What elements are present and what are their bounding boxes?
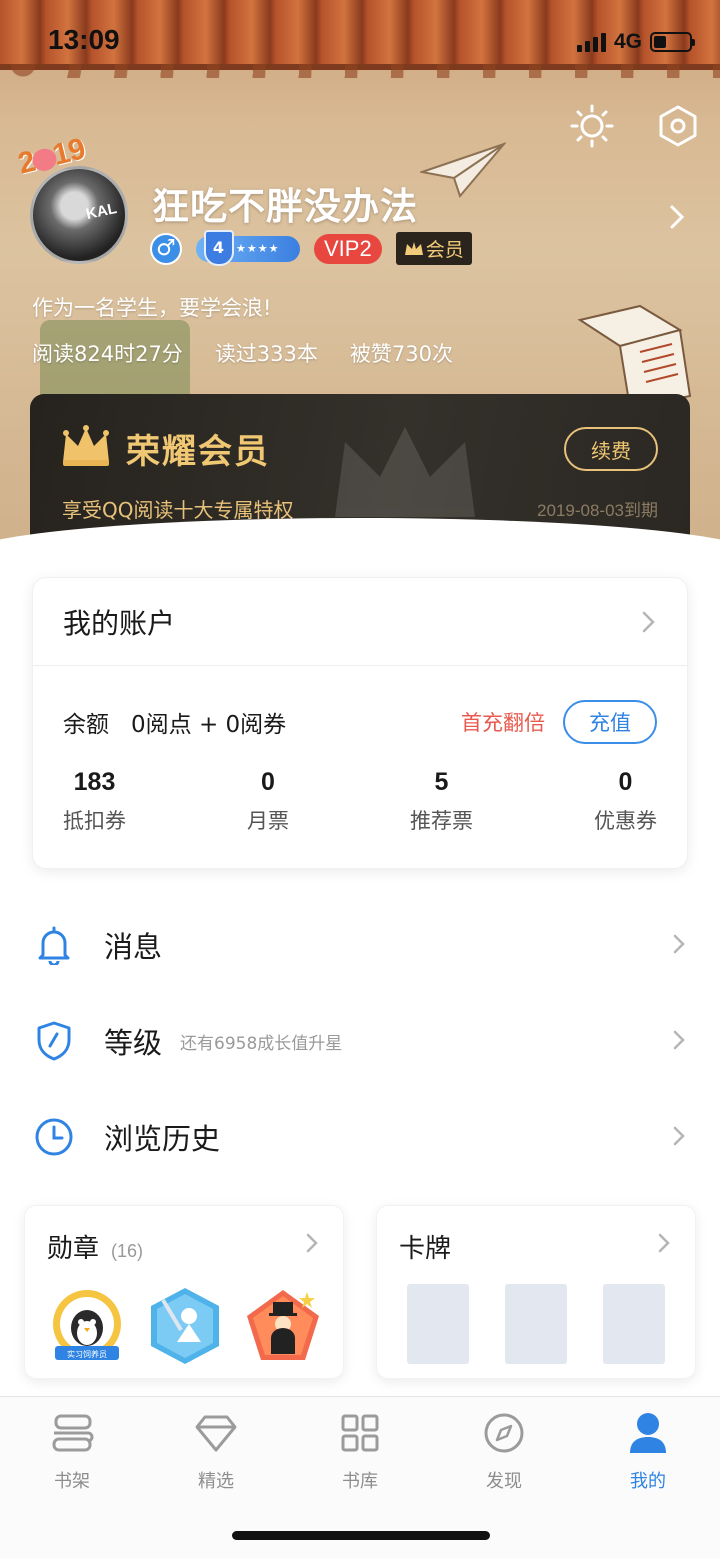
crown-small-icon bbox=[404, 241, 423, 255]
menu-item-level[interactable]: 等级 还有6958成长值升星 bbox=[0, 993, 720, 1089]
status-indicators: 4G bbox=[576, 30, 695, 54]
diamond-icon bbox=[166, 1411, 266, 1455]
avatar[interactable] bbox=[30, 166, 128, 264]
menu-label: 消息 bbox=[104, 930, 163, 964]
compass-icon bbox=[454, 1411, 554, 1455]
menu-label: 浏览历史 bbox=[104, 1122, 221, 1156]
account-card: 我的账户 余额 0阅点 + 0阅券 首充翻倍 充值 183 抵扣券 0 月票 5… bbox=[32, 577, 688, 869]
bell-icon bbox=[34, 925, 74, 965]
level-badge[interactable]: 4 ★★★★ bbox=[196, 229, 300, 266]
tab-bookshelf[interactable]: 书架 bbox=[22, 1411, 122, 1493]
ticket-label: 推荐票 bbox=[410, 809, 473, 833]
signal-icon bbox=[576, 32, 606, 52]
person-icon bbox=[598, 1411, 698, 1455]
recharge-button[interactable]: 充值 bbox=[563, 700, 657, 744]
chevron-right-icon bbox=[658, 1233, 670, 1253]
ticket-coupon[interactable]: 0 优惠券 bbox=[594, 768, 657, 835]
ticket-label: 月票 bbox=[247, 809, 289, 833]
tab-label: 发现 bbox=[486, 1471, 522, 1492]
tycoon-medal-icon[interactable] bbox=[243, 1286, 323, 1366]
menu-hint: 还有6958成长值升星 bbox=[180, 1033, 343, 1054]
level-shield-icon: 4 bbox=[204, 229, 234, 266]
vip-expire-date: 2019-08-03到期 bbox=[537, 501, 658, 520]
balance-value: 0阅点 + 0阅券 bbox=[131, 712, 287, 738]
member-badge[interactable]: 会员 bbox=[395, 232, 472, 265]
cards-card[interactable]: 卡牌 bbox=[376, 1205, 696, 1379]
ticket-label: 优惠券 bbox=[594, 809, 657, 833]
reading-time: 阅读824时27分 bbox=[32, 342, 183, 366]
menu-label: 等级 bbox=[104, 1026, 163, 1060]
card-slot[interactable] bbox=[603, 1284, 665, 1364]
bookshelf-icon bbox=[22, 1411, 122, 1455]
grid-icon bbox=[310, 1411, 410, 1455]
medals-count: (16) bbox=[111, 1241, 144, 1261]
battery-icon bbox=[650, 32, 695, 52]
ticket-value: 0 bbox=[261, 768, 275, 796]
balance-row: 余额 0阅点 + 0阅券 首充翻倍 充值 bbox=[63, 698, 657, 746]
ticket-value: 5 bbox=[434, 768, 449, 796]
cards-title: 卡牌 bbox=[399, 1234, 452, 1264]
ticket-value: 0 bbox=[618, 768, 633, 796]
medals-label: 勋章 bbox=[47, 1234, 100, 1264]
tab-label: 书库 bbox=[342, 1471, 378, 1492]
member-badge-label: 会员 bbox=[425, 239, 464, 261]
chevron-right-icon bbox=[642, 611, 655, 632]
chevron-right-icon bbox=[673, 1126, 685, 1146]
chevron-right-icon bbox=[673, 1030, 685, 1050]
tab-library[interactable]: 书库 bbox=[310, 1411, 410, 1493]
card-slot[interactable] bbox=[407, 1284, 469, 1364]
settings-hexagon-icon[interactable] bbox=[656, 104, 700, 148]
home-indicator[interactable] bbox=[232, 1531, 490, 1540]
clock-icon bbox=[34, 1117, 74, 1157]
medals-card[interactable]: 勋章 (16) 实习饲养员 bbox=[24, 1205, 344, 1379]
renew-button[interactable]: 续费 bbox=[564, 427, 658, 471]
tab-label: 书架 bbox=[54, 1471, 90, 1492]
vip-title: 荣耀会员 bbox=[126, 432, 270, 472]
ticket-monthly[interactable]: 0 月票 bbox=[247, 768, 289, 835]
ticket-value: 183 bbox=[73, 768, 116, 796]
ticket-deduction[interactable]: 183 抵扣券 bbox=[63, 768, 126, 835]
chevron-right-icon[interactable] bbox=[668, 204, 686, 230]
profile-header: 13:09 4G KAL 2 19 狂吃不胖没办法 ♂ 4 ★★★★ VIP2 … bbox=[0, 0, 720, 560]
username[interactable]: 狂吃不胖没办法 bbox=[152, 176, 418, 230]
network-type: 4G bbox=[613, 30, 642, 53]
sun-icon[interactable] bbox=[570, 104, 614, 148]
first-recharge-promo[interactable]: 首充翻倍 bbox=[461, 707, 545, 737]
chevron-right-icon bbox=[673, 934, 685, 954]
vip-badge[interactable]: VIP2 bbox=[314, 233, 382, 264]
crown-watermark-icon bbox=[335, 427, 475, 517]
menu-item-history[interactable]: 浏览历史 bbox=[0, 1089, 720, 1185]
card-slot[interactable] bbox=[505, 1284, 567, 1364]
tab-label: 精选 bbox=[198, 1471, 234, 1492]
signature: 作为一名学生，要学会浪! bbox=[32, 296, 272, 320]
tab-label: 我的 bbox=[630, 1471, 666, 1492]
profile-badges: ♂ 4 ★★★★ VIP2 会员 bbox=[150, 229, 472, 266]
paper-plane-decoration bbox=[420, 142, 506, 198]
tab-featured[interactable]: 精选 bbox=[166, 1411, 266, 1493]
male-gender-icon: ♂ bbox=[150, 232, 182, 265]
medals-title: 勋章 (16) bbox=[47, 1228, 143, 1265]
level-stars: ★★★★ bbox=[236, 242, 280, 255]
reading-stats: 阅读824时27分 读过333本 被赞730次 bbox=[32, 338, 453, 368]
chevron-right-icon bbox=[306, 1233, 318, 1253]
likes-count: 被赞730次 bbox=[349, 342, 453, 366]
balance-label: 余额 bbox=[63, 712, 109, 738]
account-header[interactable]: 我的账户 bbox=[33, 578, 687, 666]
tab-discover[interactable]: 发现 bbox=[454, 1411, 554, 1493]
crown-icon bbox=[63, 425, 109, 466]
ticket-row: 183 抵扣券 0 月票 5 推荐票 0 优惠券 bbox=[33, 768, 687, 835]
medal-text: 实习饲养员 bbox=[67, 1349, 107, 1359]
books-read: 读过333本 bbox=[214, 342, 318, 366]
avatar-area[interactable]: 219 bbox=[15, 132, 138, 270]
penguin-medal-icon[interactable]: 实习饲养员 bbox=[47, 1286, 127, 1366]
shield-icon bbox=[34, 1021, 74, 1061]
status-time: 13:09 bbox=[48, 24, 120, 55]
knight-medal-icon[interactable] bbox=[145, 1286, 225, 1366]
tab-me[interactable]: 我的 bbox=[598, 1411, 698, 1493]
ticket-recommend[interactable]: 5 推荐票 bbox=[410, 768, 473, 835]
menu-item-messages[interactable]: 消息 bbox=[0, 897, 720, 993]
ticket-label: 抵扣券 bbox=[63, 809, 126, 833]
account-title: 我的账户 bbox=[63, 606, 176, 640]
